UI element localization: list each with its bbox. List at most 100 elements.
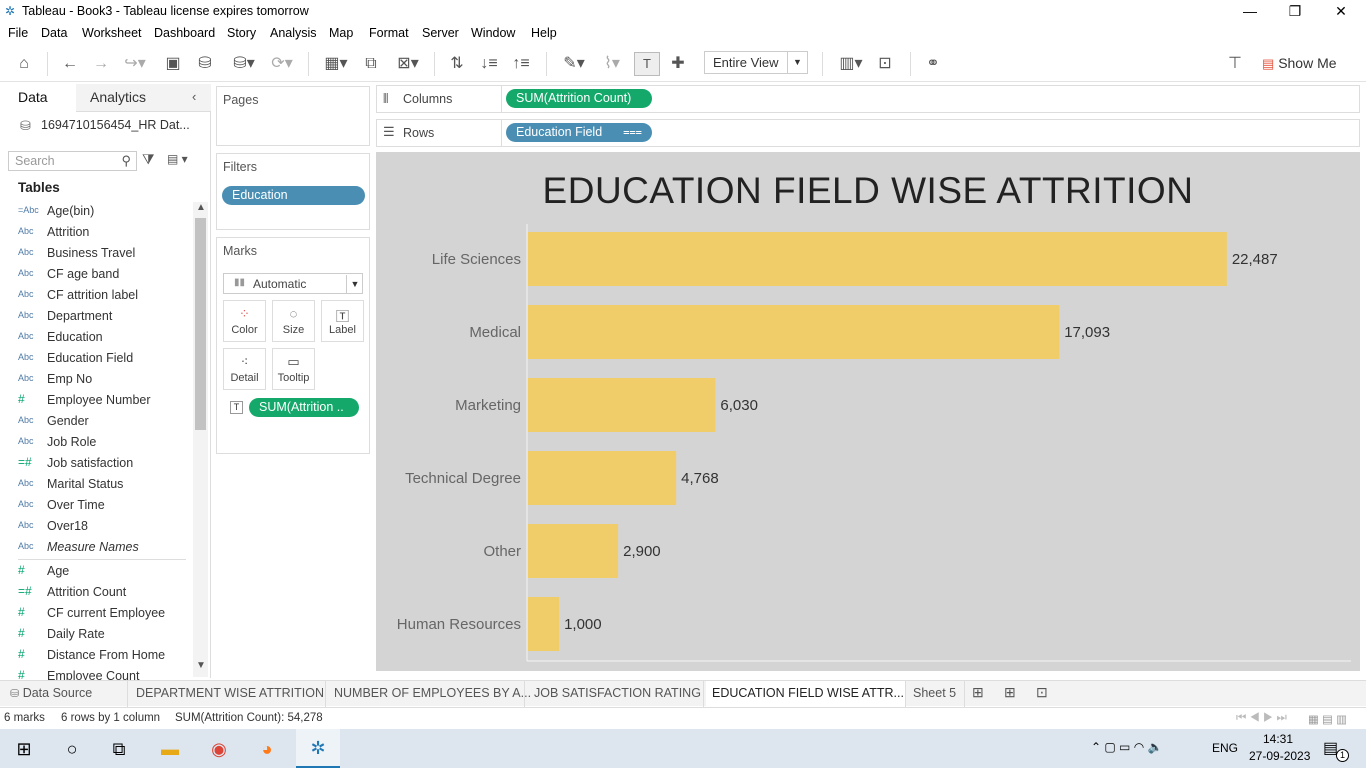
mark-size-button[interactable]: ◌ Size	[272, 300, 315, 342]
menu-analysis[interactable]: Analysis	[270, 26, 317, 40]
bar-other[interactable]	[528, 524, 619, 578]
field-item[interactable]: Abc CF age band	[0, 265, 190, 285]
tab-sheet-5[interactable]: Sheet 5	[907, 681, 965, 707]
fit-dropdown[interactable]: Entire View ▼	[704, 51, 808, 74]
tray-icons[interactable]: ⌃ ▢ ▭ ◠ 🔈	[1091, 740, 1162, 754]
menu-worksheet[interactable]: Worksheet	[82, 26, 142, 40]
view-options-icon[interactable]: ▤ ▾	[167, 152, 188, 166]
sheet-navigation-icon[interactable]: ⏮ ◀ ▶ ⏭	[1236, 712, 1287, 725]
share-icon[interactable]: ⚭	[922, 54, 944, 74]
chrome-icon[interactable]: ◉	[206, 736, 232, 762]
highlight-icon[interactable]: ✎▾	[558, 54, 590, 74]
mark-label-button[interactable]: 🅃 Label	[321, 300, 364, 342]
field-item[interactable]: Abc Marital Status	[0, 475, 190, 495]
field-item[interactable]: =# Attrition Count	[0, 583, 190, 603]
tab-education-field-wise-attrition[interactable]: EDUCATION FIELD WISE ATTR...	[706, 681, 906, 707]
columns-pill-attrition-count[interactable]: SUM(Attrition Count)	[506, 89, 652, 108]
save-icon[interactable]: ▣	[162, 54, 184, 74]
new-worksheet-icon[interactable]: ▦▾	[318, 54, 354, 74]
language-indicator[interactable]: ENG	[1212, 741, 1238, 755]
field-item[interactable]: # CF current Employee	[0, 604, 190, 624]
menu-map[interactable]: Map	[329, 26, 353, 40]
bar-life-sciences[interactable]	[528, 232, 1227, 286]
field-item[interactable]: Abc Business Travel	[0, 244, 190, 264]
menu-data[interactable]: Data	[41, 26, 67, 40]
show-mark-labels-icon[interactable]: T	[634, 52, 660, 76]
minimize-button[interactable]: —	[1227, 0, 1273, 22]
tab-data[interactable]: Data	[0, 84, 76, 112]
undo-icon[interactable]: ←	[59, 54, 81, 74]
maximize-button[interactable]: ❐	[1272, 0, 1318, 22]
field-item[interactable]: Abc Gender	[0, 412, 190, 432]
tab-number-of-employees[interactable]: NUMBER OF EMPLOYEES BY A...	[328, 681, 531, 707]
menu-file[interactable]: File	[8, 26, 28, 40]
field-item[interactable]: # Daily Rate	[0, 625, 190, 645]
mark-tooltip-button[interactable]: ▭ Tooltip	[272, 348, 315, 390]
field-list-scrollbar[interactable]: ▲ ▼	[193, 202, 208, 677]
replay-icon[interactable]: ↪▾	[120, 54, 150, 74]
collapse-pane-icon[interactable]: ‹	[192, 89, 196, 104]
scroll-down-icon[interactable]: ▼	[196, 660, 206, 671]
field-item[interactable]: =Abc Age(bin)	[0, 202, 190, 222]
tab-data-source[interactable]: ⛁ Data Source	[4, 681, 128, 707]
scroll-up-icon[interactable]: ▲	[196, 202, 206, 213]
menu-format[interactable]: Format	[369, 26, 409, 40]
scrollbar-thumb[interactable]	[195, 218, 206, 430]
tableau-taskbar-icon[interactable]: ✲	[296, 729, 340, 768]
pause-updates-icon[interactable]: ⛁▾	[226, 54, 262, 74]
filter-pill-education[interactable]: Education	[222, 186, 365, 205]
field-item[interactable]: Abc Department	[0, 307, 190, 327]
menu-server[interactable]: Server	[422, 26, 459, 40]
fix-axes-icon[interactable]: ✚	[668, 54, 688, 74]
field-item[interactable]: Abc CF attrition label	[0, 286, 190, 306]
menu-window[interactable]: Window	[471, 26, 515, 40]
filter-icon[interactable]: ⧩	[142, 151, 155, 168]
menu-dashboard[interactable]: Dashboard	[154, 26, 215, 40]
tab-analytics[interactable]: Analytics ‹	[76, 84, 211, 112]
windows-start-icon[interactable]: ⊞	[12, 736, 36, 762]
refresh-icon[interactable]: ⟳▾	[264, 54, 300, 74]
field-item[interactable]: Abc Job Role	[0, 433, 190, 453]
sort-ascending-icon[interactable]: ↓≡	[478, 54, 500, 74]
mark-pill-attrition[interactable]: SUM(Attrition ..	[249, 398, 359, 417]
field-item[interactable]: Abc Over Time	[0, 496, 190, 516]
redo-icon[interactable]: →	[90, 54, 112, 74]
menu-story[interactable]: Story	[227, 26, 256, 40]
bar-marketing[interactable]	[528, 378, 716, 432]
menu-help[interactable]: Help	[531, 26, 557, 40]
mark-type-dropdown[interactable]: ▮▮ Automatic ▼	[223, 273, 363, 294]
field-item[interactable]: # Age	[0, 562, 190, 582]
task-view-icon[interactable]: ⧉	[107, 736, 131, 762]
search-input[interactable]: Search ⚲	[8, 151, 137, 171]
bar-human-resources[interactable]	[528, 597, 560, 651]
group-icon[interactable]: ⌇▾	[596, 54, 628, 74]
bar-technical-degree[interactable]	[528, 451, 677, 505]
mark-detail-button[interactable]: ⁖ Detail	[223, 348, 266, 390]
show-me-button[interactable]: ▤ Show Me	[1262, 55, 1337, 72]
tab-job-satisfaction-rating[interactable]: JOB SATISFACTION RATING	[528, 681, 704, 707]
duplicate-icon[interactable]: ⧉	[360, 54, 382, 74]
field-item[interactable]: Abc Education	[0, 328, 190, 348]
columns-shelf[interactable]: ⫴ Columns SUM(Attrition Count)	[376, 85, 1360, 113]
search-icon[interactable]: ○	[60, 736, 84, 762]
field-item[interactable]: Abc Over18	[0, 517, 190, 537]
new-story-icon[interactable]: ⊡	[1036, 684, 1048, 701]
new-datasource-icon[interactable]: ⛁	[194, 54, 216, 74]
file-explorer-icon[interactable]: ▬	[157, 736, 183, 762]
firefox-icon[interactable]: ◕	[254, 736, 280, 762]
field-item[interactable]: Abc Emp No	[0, 370, 190, 390]
pages-shelf[interactable]: Pages	[216, 86, 370, 146]
rows-pill-education-field[interactable]: Education Field ⩶	[506, 123, 652, 142]
field-item[interactable]: Abc Education Field	[0, 349, 190, 369]
tab-department-wise-attrition[interactable]: DEPARTMENT WISE ATTRITION	[130, 681, 326, 707]
close-button[interactable]: ✕	[1318, 0, 1364, 22]
datasource-name[interactable]: 1694710156454_HR Dat...	[41, 118, 190, 132]
format-painter-icon[interactable]: ⊤	[1224, 54, 1246, 74]
presentation-icon[interactable]: ⊡	[874, 54, 896, 74]
cards-icon[interactable]: ▥▾	[834, 54, 868, 74]
home-icon[interactable]: ⌂	[13, 54, 35, 74]
field-item[interactable]: # Employee Number	[0, 391, 190, 411]
filters-shelf[interactable]: Filters Education	[216, 153, 370, 230]
sheet-sorter-icon[interactable]: ▦ ▤ ▥	[1308, 712, 1347, 726]
field-item[interactable]: Abc Measure Names	[0, 538, 190, 558]
